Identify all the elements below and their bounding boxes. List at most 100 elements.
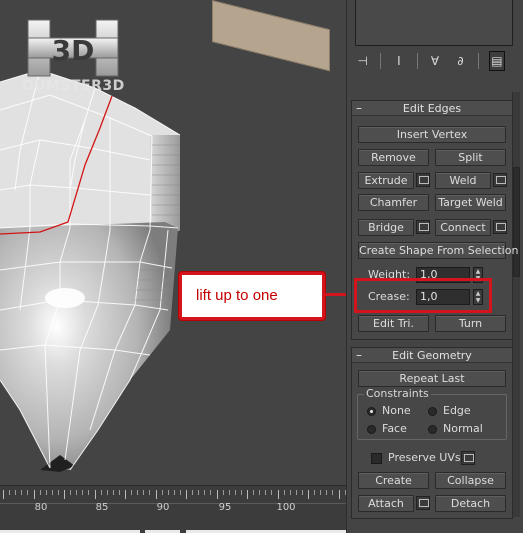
ruler-tick bbox=[271, 490, 273, 495]
repeat-last-button[interactable]: Repeat Last bbox=[358, 370, 506, 387]
ruler-tick bbox=[265, 490, 267, 495]
connect-button[interactable]: Connect bbox=[435, 219, 491, 236]
logo-3d-icon: 3D bbox=[27, 19, 119, 77]
ruler-tick bbox=[222, 490, 224, 495]
ruler-tick bbox=[210, 490, 212, 495]
ruler-tick bbox=[143, 490, 145, 495]
weld-button[interactable]: Weld bbox=[435, 172, 491, 189]
ruler-tick bbox=[228, 490, 230, 495]
edit-edges-title: Edit Edges bbox=[402, 102, 462, 115]
toolbar-divider bbox=[416, 53, 418, 69]
modifier-stack-list[interactable] bbox=[355, 0, 513, 46]
preserve-uvs-settings-icon[interactable] bbox=[461, 451, 475, 465]
crease-highlight-box bbox=[354, 278, 492, 313]
ruler-tick bbox=[314, 490, 316, 495]
chamfer-button[interactable]: Chamfer bbox=[358, 194, 429, 211]
constraint-normal-radio[interactable] bbox=[428, 425, 437, 434]
constraint-edge-label: Edge bbox=[443, 404, 471, 417]
ruler-tick bbox=[198, 490, 200, 495]
ruler-tick bbox=[45, 490, 47, 495]
bridge-settings-icon[interactable] bbox=[416, 220, 430, 234]
remove-button[interactable]: Remove bbox=[358, 149, 429, 166]
ruler-tick bbox=[338, 490, 340, 499]
ruler-tick bbox=[70, 490, 72, 495]
viewport[interactable]: 3D DUMSTER3D lift up to one bbox=[0, 0, 346, 485]
constraint-none-radio[interactable] bbox=[367, 407, 376, 416]
attach-button[interactable]: Attach bbox=[358, 495, 414, 512]
ruler-tick bbox=[27, 490, 29, 495]
bridge-button[interactable]: Bridge bbox=[358, 219, 414, 236]
preserve-uvs-checkbox[interactable] bbox=[371, 453, 382, 464]
ruler-tick bbox=[167, 490, 169, 495]
weld-settings-icon[interactable] bbox=[493, 173, 507, 187]
ruler-number: 80 bbox=[34, 502, 48, 513]
constraint-face-radio[interactable] bbox=[367, 425, 376, 434]
ruler-number: 95 bbox=[218, 502, 232, 513]
ruler-tick bbox=[125, 490, 126, 499]
ruler-tick bbox=[192, 490, 194, 495]
ruler-tick bbox=[94, 490, 96, 499]
ruler-tick bbox=[259, 490, 261, 495]
collapse-button[interactable]: Collapse bbox=[435, 472, 506, 489]
split-button[interactable]: Split bbox=[435, 149, 506, 166]
ruler-tick bbox=[253, 490, 255, 495]
detach-button[interactable]: Detach bbox=[435, 495, 506, 512]
edit-edges-header[interactable]: – Edit Edges bbox=[352, 101, 512, 116]
constraints-group: Constraints None Edge Face Normal bbox=[357, 387, 507, 440]
ruler-tick bbox=[137, 490, 139, 495]
ruler-tick bbox=[320, 490, 322, 495]
ruler-tick bbox=[295, 490, 297, 495]
ruler-tick bbox=[234, 490, 236, 495]
timeline-ruler[interactable]: 80 85 90 95 100 bbox=[0, 485, 352, 533]
ruler-tick bbox=[216, 490, 218, 499]
constraint-face-label: Face bbox=[382, 422, 407, 435]
ruler-tick bbox=[277, 490, 279, 499]
pin-stack-icon[interactable]: ⊣ bbox=[355, 51, 370, 71]
constraint-none-label: None bbox=[382, 404, 411, 417]
create-shape-button[interactable]: Create Shape From Selection bbox=[358, 242, 518, 259]
ruler-number: 85 bbox=[95, 502, 109, 513]
insert-vertex-button[interactable]: Insert Vertex bbox=[358, 126, 506, 143]
create-button[interactable]: Create bbox=[358, 472, 429, 489]
annotation-text: lift up to one bbox=[196, 287, 278, 304]
ruler-tick bbox=[131, 490, 133, 495]
ruler-tick bbox=[33, 490, 35, 499]
ruler-number: 100 bbox=[276, 502, 296, 513]
ruler-tick bbox=[39, 490, 41, 495]
ruler-tick bbox=[308, 490, 309, 499]
annotation-connector bbox=[325, 293, 346, 296]
ruler-tick bbox=[186, 490, 187, 499]
extrude-settings-icon[interactable] bbox=[416, 173, 430, 187]
ruler-tick bbox=[21, 490, 23, 495]
ruler-tick bbox=[155, 490, 157, 499]
ruler-number: 90 bbox=[156, 502, 170, 513]
toolbar-divider bbox=[478, 53, 479, 69]
modifier-icon[interactable]: Ι bbox=[391, 51, 406, 71]
target-weld-button[interactable]: Target Weld bbox=[435, 194, 506, 211]
constraint-normal-label: Normal bbox=[443, 422, 483, 435]
scrollbar-thumb[interactable] bbox=[513, 167, 520, 277]
ruler-tick bbox=[82, 490, 84, 495]
show-end-result-icon[interactable]: ∀ bbox=[427, 51, 442, 71]
edit-tri-button[interactable]: Edit Tri. bbox=[358, 315, 429, 332]
connect-settings-icon[interactable] bbox=[493, 220, 507, 234]
extrude-button[interactable]: Extrude bbox=[358, 172, 414, 189]
collapse-icon[interactable]: – bbox=[356, 348, 362, 363]
edit-geometry-header[interactable]: – Edit Geometry bbox=[352, 348, 512, 363]
panel-scrollbar[interactable] bbox=[512, 92, 520, 517]
ruler-tick bbox=[173, 490, 175, 495]
ruler-tick bbox=[100, 490, 102, 495]
turn-button[interactable]: Turn bbox=[435, 315, 506, 332]
ruler-tick bbox=[106, 490, 108, 495]
ruler-tick bbox=[88, 490, 90, 495]
configure-sets-icon[interactable]: ▤ bbox=[488, 51, 505, 71]
collapse-icon[interactable]: – bbox=[356, 101, 362, 116]
logo-badge: 3D bbox=[52, 34, 95, 67]
make-unique-icon[interactable]: ∂ bbox=[453, 51, 468, 71]
constraint-edge-radio[interactable] bbox=[428, 407, 437, 416]
attach-settings-icon[interactable] bbox=[416, 496, 430, 510]
ruler-tick bbox=[283, 490, 285, 495]
constraints-label: Constraints bbox=[364, 387, 431, 400]
ruler-tick bbox=[118, 490, 120, 495]
ruler-tick bbox=[332, 490, 334, 495]
